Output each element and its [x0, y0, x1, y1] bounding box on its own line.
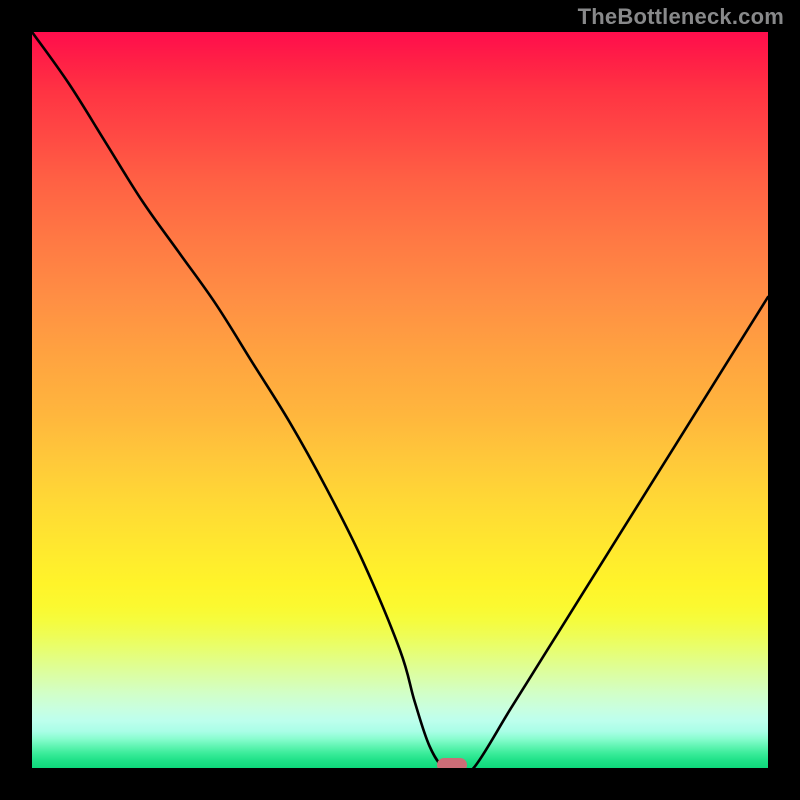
optimal-marker — [437, 758, 467, 768]
plot-area — [32, 32, 768, 768]
watermark-label: TheBottleneck.com — [578, 4, 784, 30]
bottleneck-curve — [32, 32, 768, 768]
chart-frame: TheBottleneck.com — [0, 0, 800, 800]
